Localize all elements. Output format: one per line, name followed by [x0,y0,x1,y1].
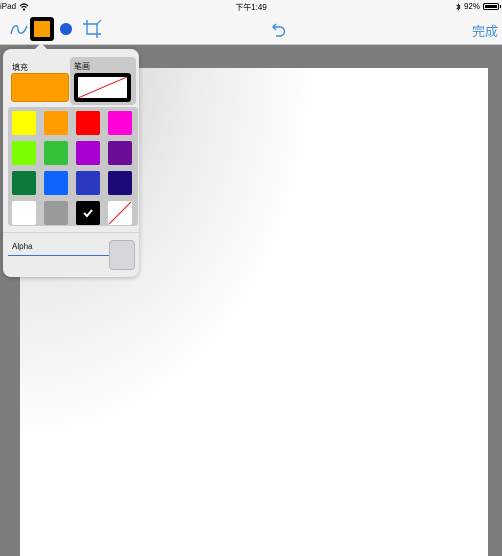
divider [3,232,139,233]
battery-icon [483,3,501,10]
color-swatch-magenta[interactable] [108,111,132,135]
color-swatch-white[interactable] [12,201,36,225]
status-bar: iPad 下午1:49 92% [0,0,502,13]
color-swatch-none[interactable] [108,201,132,225]
color-swatch-grid [8,107,138,226]
fill-color-button[interactable] [30,17,54,41]
popover-arrow [34,43,48,50]
status-time: 下午1:49 [235,3,267,12]
color-swatch-lime[interactable] [12,141,36,165]
color-picker-popover: 填充 笔画 Alpha [3,49,139,277]
crop-icon[interactable] [82,19,102,39]
color-swatch-navy[interactable] [108,171,132,195]
color-swatch-orange[interactable] [44,111,68,135]
color-swatch-indigo[interactable] [76,171,100,195]
checkmark-icon [83,209,93,218]
pen-curve-icon[interactable] [8,19,30,41]
color-swatch-blue[interactable] [44,171,68,195]
fill-color-preview[interactable] [11,73,69,102]
no-color-icon [78,77,127,98]
battery-percent: 92% [463,2,480,11]
alpha-label: Alpha [12,242,33,251]
alpha-slider-thumb[interactable] [109,240,135,270]
color-swatch-purple[interactable] [76,141,100,165]
stroke-color-preview[interactable] [74,73,131,102]
no-color-icon [108,201,132,225]
undo-icon[interactable] [268,20,288,40]
color-swatch-green[interactable] [44,141,68,165]
color-swatch-yellow[interactable] [12,111,36,135]
color-swatch-dark-green[interactable] [12,171,36,195]
color-swatch-gray[interactable] [44,201,68,225]
stroke-tab-label[interactable]: 笔画 [74,61,90,72]
bluetooth-icon [456,2,461,11]
color-swatch-red[interactable] [76,111,100,135]
alpha-slider-track[interactable] [8,255,112,256]
color-swatch-black[interactable] [76,201,100,225]
fill-tab-label[interactable]: 填充 [12,62,28,73]
done-button[interactable]: 完成 [472,21,498,40]
toolbar: 完成 [0,13,502,45]
color-swatch-dark-purple[interactable] [108,141,132,165]
status-right: 92% [456,2,501,11]
brush-dot-icon[interactable] [60,23,72,35]
fill-color-icon [34,21,50,37]
